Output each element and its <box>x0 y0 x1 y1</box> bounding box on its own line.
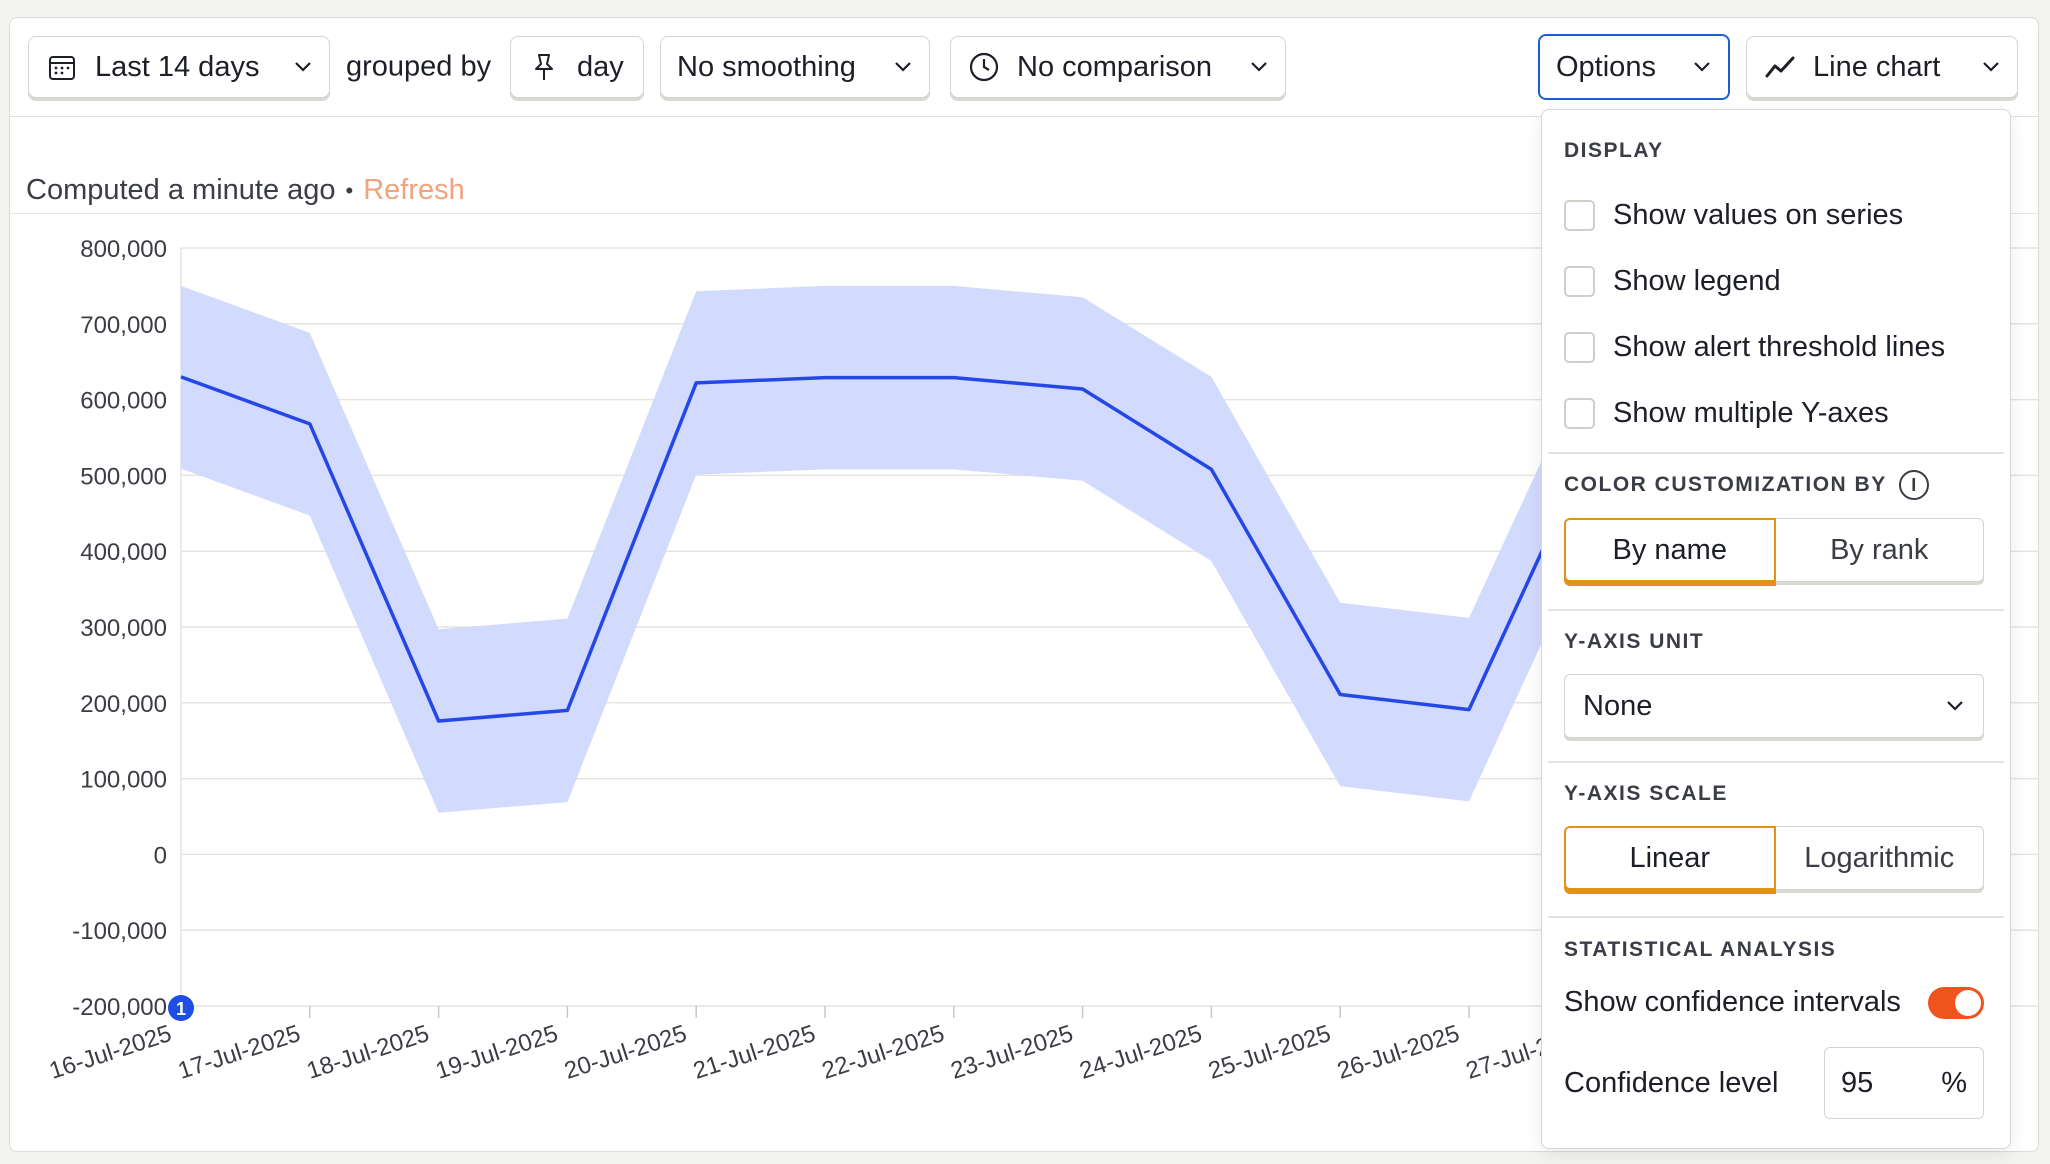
x-tick-label: 21-Jul-2025 <box>690 1020 819 1085</box>
x-tick-label: 23-Jul-2025 <box>948 1020 1077 1085</box>
section-divider <box>1548 916 2004 918</box>
linear-option[interactable]: Linear <box>1564 826 1776 890</box>
confidence-intervals-row: Show confidence intervals <box>1564 986 1984 1019</box>
confidence-band <box>181 285 1727 813</box>
confidence-level-row: Confidence level 95 % <box>1564 1047 1984 1119</box>
yaxis-unit-value: None <box>1583 689 1653 722</box>
checkbox-label: Show values on series <box>1613 199 1904 231</box>
checkbox[interactable] <box>1564 200 1595 231</box>
x-tick-label: 22-Jul-2025 <box>819 1020 948 1085</box>
confidence-intervals-label: Show confidence intervals <box>1564 986 1901 1018</box>
yaxis-unit-select[interactable]: None <box>1564 674 1984 738</box>
y-tick-label: 800,000 <box>80 236 167 263</box>
toggle-knob <box>1955 989 1981 1016</box>
statistical-analysis-title: STATISTICAL ANALYSIS <box>1564 938 1837 961</box>
y-tick-label: 0 <box>154 842 167 869</box>
logarithmic-option[interactable]: Logarithmic <box>1775 826 1984 890</box>
confidence-intervals-toggle[interactable] <box>1928 986 1984 1019</box>
x-tick-label: 17-Jul-2025 <box>175 1020 304 1085</box>
y-tick-label: 300,000 <box>80 615 167 642</box>
color-section-label: COLOR CUSTOMIZATION BY <box>1564 473 1887 496</box>
checkbox[interactable] <box>1564 332 1595 363</box>
x-tick-label: 25-Jul-2025 <box>1205 1020 1334 1085</box>
checkbox-label: Show legend <box>1613 265 1781 297</box>
y-tick-label: -200,000 <box>72 994 167 1021</box>
x-tick-label: 16-Jul-2025 <box>46 1020 175 1085</box>
show-legend-checkbox[interactable]: Show legend <box>1564 265 1781 298</box>
show-alert-thresholds-checkbox[interactable]: Show alert threshold lines <box>1564 331 1945 364</box>
show-values-checkbox[interactable]: Show values on series <box>1564 199 1903 232</box>
info-icon[interactable]: i <box>1898 470 1929 500</box>
options-popover: DISPLAY Show values on series Show legen… <box>1541 109 2011 1149</box>
y-tick-label: 400,000 <box>80 539 167 566</box>
checkbox[interactable] <box>1564 398 1595 429</box>
yaxis-scale-title: Y-AXIS SCALE <box>1564 782 1728 805</box>
confidence-level-value: 95 <box>1841 1066 1874 1099</box>
y-tick-label: -100,000 <box>72 918 167 945</box>
percent-unit: % <box>1941 1066 1967 1099</box>
section-divider <box>1548 452 2004 454</box>
chevron-down-icon <box>1945 699 1965 713</box>
x-tick-label: 24-Jul-2025 <box>1076 1020 1205 1085</box>
show-multiple-yaxes-checkbox[interactable]: Show multiple Y-axes <box>1564 397 1889 430</box>
y-tick-label: 600,000 <box>80 388 167 415</box>
y-tick-label: 200,000 <box>80 691 167 718</box>
section-divider <box>1548 609 2004 611</box>
y-tick-label: 100,000 <box>80 767 167 794</box>
yaxis-unit-title: Y-AXIS UNIT <box>1564 630 1705 653</box>
yaxis-scale-toggle: Linear Logarithmic <box>1564 826 1984 890</box>
x-tick-label: 18-Jul-2025 <box>304 1020 433 1085</box>
checkbox-label: Show multiple Y-axes <box>1613 397 1889 429</box>
confidence-level-label: Confidence level <box>1564 1066 1779 1099</box>
x-tick-label: 19-Jul-2025 <box>432 1020 561 1085</box>
y-tick-label: 700,000 <box>80 312 167 339</box>
x-tick-label: 26-Jul-2025 <box>1334 1020 1463 1085</box>
by-rank-option[interactable]: By rank <box>1775 518 1984 582</box>
checkbox-label: Show alert threshold lines <box>1613 331 1946 363</box>
x-tick-label: 20-Jul-2025 <box>561 1020 690 1085</box>
by-name-option[interactable]: By name <box>1564 518 1776 582</box>
color-section-title: COLOR CUSTOMIZATION BY i <box>1564 470 1929 500</box>
confidence-level-input[interactable]: 95 % <box>1824 1047 1984 1119</box>
annotation-count: 1 <box>176 999 186 1019</box>
section-divider <box>1548 761 2004 763</box>
checkbox[interactable] <box>1564 266 1595 297</box>
display-section-title: DISPLAY <box>1564 139 1664 162</box>
color-customization-toggle: By name By rank <box>1564 518 1984 582</box>
y-tick-label: 500,000 <box>80 463 167 490</box>
